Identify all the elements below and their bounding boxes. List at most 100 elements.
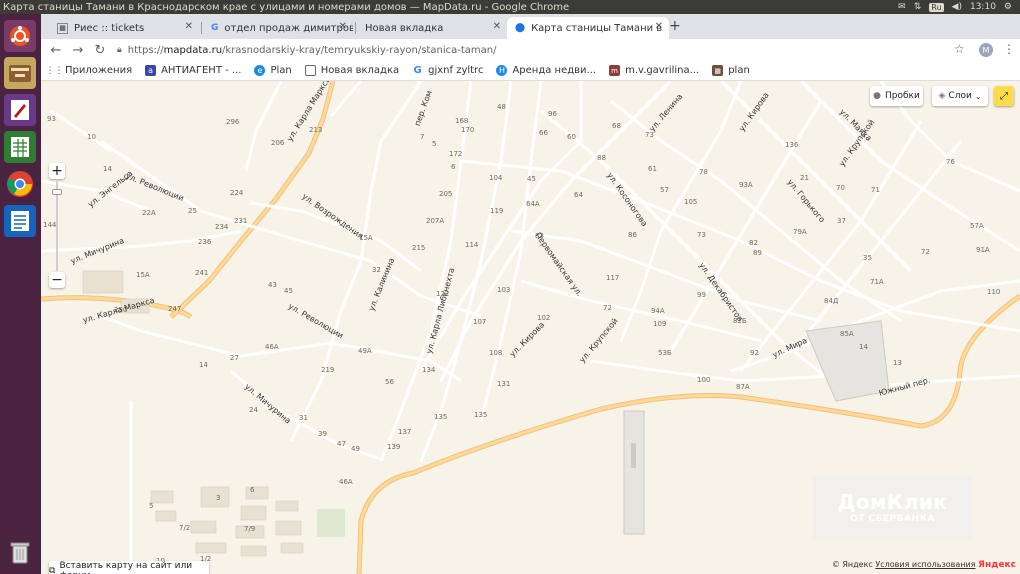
house-number: 61 [648,165,657,173]
house-number: 49A [358,347,372,355]
house-number: 219 [321,366,335,374]
house-number: 109 [653,320,667,328]
bookmark-antiagent[interactable]: a АНТИАГЕНТ - ... [145,65,241,76]
reload-icon[interactable]: ↻ [89,43,111,58]
house-number: 73 [697,231,706,239]
house-number: 64A [526,200,540,208]
house-number: 241 [195,269,209,277]
bookmark-plan-2[interactable]: ▦ plan [712,65,750,76]
bookmark-gavrilina[interactable]: m m.v.gavrilina... [609,65,699,76]
menu-icon[interactable]: ⋮ [1003,42,1015,56]
apps-grid-icon: ⋮⋮ [45,65,64,76]
domclick-watermark: ДомКлик ОТ СБЕРБАНКА [813,475,972,539]
house-number: 296 [226,118,240,126]
tab-otdel-prodazh[interactable]: G отдел продаж димитров ✕ [203,17,353,39]
close-tab-icon[interactable]: ✕ [185,21,193,32]
house-number: 114 [465,241,479,249]
bookmark-apps[interactable]: ⋮⋮ Приложения [45,65,133,76]
power-icon[interactable]: ⚙ [1004,2,1012,12]
house-number: 135 [434,413,448,421]
page-icon [304,65,316,76]
house-number: 207A [426,217,445,225]
house-number: 247 [168,305,182,313]
house-number: 71A [870,278,884,286]
close-tab-icon[interactable]: ✕ [339,21,347,32]
house-number: 96 [548,110,557,118]
libreoffice-calc-icon[interactable] [4,131,36,163]
house-number: 32 [372,266,381,274]
zoom-in-button[interactable]: + [49,163,65,179]
profile-avatar[interactable]: M [979,43,993,57]
house-number: 86 [628,231,637,239]
bookmark-gjxnf[interactable]: G gjxnf zyltrc [412,65,484,76]
address-bar[interactable]: 🔒︎ https:// mapdata.ru /krasnodarskiy-kr… [117,39,496,61]
house-number: 43 [268,281,277,289]
libreoffice-draw-icon[interactable] [4,94,36,126]
browser-toolbar: ← → ↻ 🔒︎ https:// mapdata.ru /krasnodars… [41,39,1020,61]
fullscreen-button[interactable]: ⤢ [994,86,1014,106]
close-tab-icon[interactable]: ✕ [493,21,501,32]
house-number: 6 [250,486,255,494]
house-number: 172 [449,150,463,158]
traffic-button[interactable]: ● Пробки [870,86,923,106]
clock[interactable]: 13:10 [970,2,996,12]
house-number: 89 [753,249,762,257]
back-icon[interactable]: ← [45,43,67,58]
house-number: 103 [497,286,511,294]
mail-icon[interactable]: ✉ [898,2,906,12]
bookmark-star-icon[interactable]: ☆ [954,42,965,56]
house-number: 170 [461,126,475,134]
forward-icon[interactable]: → [67,43,89,58]
chrome-icon[interactable] [4,168,36,200]
bookmark-label: Plan [270,65,292,76]
new-tab-button[interactable]: + [669,18,681,34]
google-icon: G [413,65,422,76]
tab-ries-tickets[interactable]: ▦ Риес :: tickets ✕ [49,17,199,39]
traffic-icon: ● [873,91,882,101]
zoom-out-button[interactable]: − [49,272,65,288]
network-icon[interactable]: ⇅ [914,2,922,12]
map-canvas[interactable]: 93 10 296 206 213 7 168 170 48 96 68 73 … [41,81,1020,574]
trash-icon[interactable] [4,536,36,568]
house-number: 27 [230,354,239,362]
house-number: 7/2 [179,524,191,532]
house-number: 57 [660,186,669,194]
volume-icon[interactable]: ◀) [952,2,962,12]
house-number: 6 [451,163,456,171]
bookmarks-bar: ⋮⋮ Приложения a АНТИАГЕНТ - ... e Plan Н… [41,61,1020,81]
layers-button[interactable]: ◈ Слои ⌄ [932,86,988,106]
watermark-subtitle: ОТ СБЕРБАНКА [850,514,935,524]
bookmark-plan[interactable]: e Plan [254,65,292,76]
system-tray: ✉ ⇅ Ru ◀) 13:10 ⚙ [898,2,1020,12]
zoom-slider-handle[interactable] [52,189,62,195]
tab-new-tab[interactable]: Новая вкладка ✕ [357,17,507,39]
house-number: 131 [497,380,511,388]
bookmark-label: Приложения [65,65,133,76]
bookmark-arenda[interactable]: H Аренда недви... [496,65,596,76]
house-number: 68 [612,122,621,130]
house-number: 48 [497,103,506,111]
tab-mapdata-taman[interactable]: ⬤ Карта станицы Тамани в ✕ [507,17,669,39]
house-number: 45 [527,175,536,183]
house-number: 35 [863,254,872,262]
yandex-logo[interactable]: Яндекс [978,560,1016,570]
house-number: 53Б [658,349,672,357]
file-manager-icon[interactable] [4,57,36,89]
bookmark-new-tab[interactable]: Новая вкладка [304,65,399,76]
document-icon: ▦ [57,22,68,34]
house-number: 205 [439,190,453,198]
house-number: 14 [103,165,112,173]
ubuntu-dash-icon[interactable] [4,20,36,52]
close-tab-icon[interactable]: ✕ [655,21,663,32]
libreoffice-writer-icon[interactable] [4,205,36,237]
expand-icon: ⤢ [1000,90,1008,102]
house-number: 14 [859,343,868,351]
house-number: 14 [199,361,208,369]
bookmark-label: plan [728,65,750,76]
bookmark-label: gjxnf zyltrc [428,65,484,76]
terms-of-use-link[interactable]: Условия использования [875,560,975,569]
embed-map-button[interactable]: ⧉ Вставить карту на сайт или форум [49,561,209,574]
keyboard-layout-indicator[interactable]: Ru [929,2,944,12]
system-top-bar: Карта станицы Тамани в Краснодарском кра… [0,0,1020,14]
house-number: 72 [921,248,930,256]
